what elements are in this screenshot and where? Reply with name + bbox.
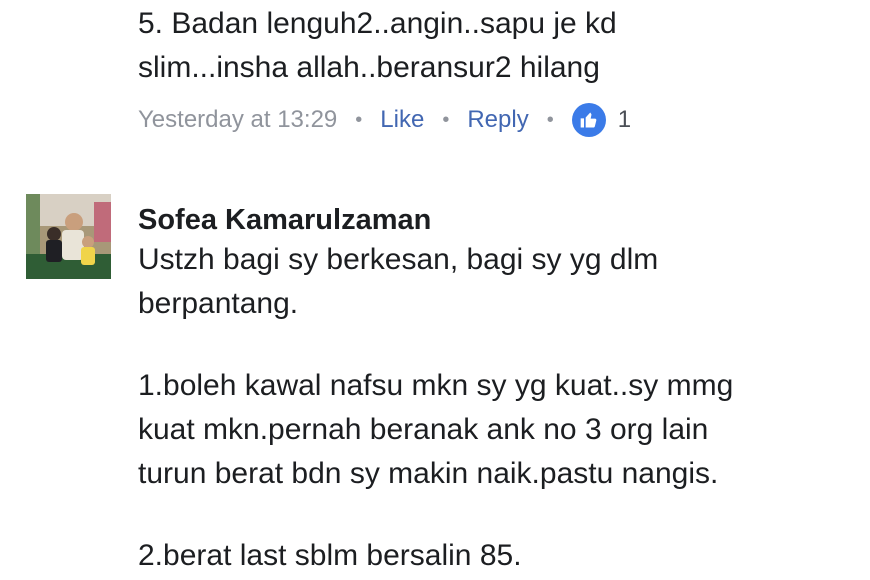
comment-2-line-2: berpantang. <box>138 287 299 320</box>
comment-2-line-5: kuat mkn.pernah beranak ank no 3 org lai… <box>138 413 709 446</box>
separator-dot: • <box>546 108 554 131</box>
comment-timestamp[interactable]: Yesterday at 13:29 <box>138 106 337 134</box>
reply-link[interactable]: Reply <box>467 106 528 134</box>
separator-dot: • <box>442 108 450 131</box>
comment-2-line-1: Ustzh bagi sy berkesan, bagi sy yg dlm <box>138 243 659 276</box>
comment-1-meta-bar: Yesterday at 13:29 • Like • Reply • 1 <box>138 100 631 140</box>
comment-2-line-8: 2.berat last sblm bersalin 85. <box>138 539 522 572</box>
comment-1-line-1: 5. Badan lenguh2..angin..sapu je kd <box>138 7 617 40</box>
avatar[interactable] <box>26 194 111 279</box>
reaction-count[interactable]: 1 <box>618 106 631 134</box>
like-link[interactable]: Like <box>380 106 424 134</box>
comment-2-line-6: turun berat bdn sy makin naik.pastu nang… <box>138 457 719 490</box>
comment-author-name[interactable]: Sofea Kamarulzaman <box>138 200 431 240</box>
comment-2-line-4: 1.boleh kawal nafsu mkn sy yg kuat..sy m… <box>138 369 734 402</box>
thumbs-up-icon[interactable] <box>571 103 606 137</box>
separator-dot: • <box>355 108 363 131</box>
comment-1-line-2: slim...insha allah..beransur2 hilang <box>138 51 600 84</box>
